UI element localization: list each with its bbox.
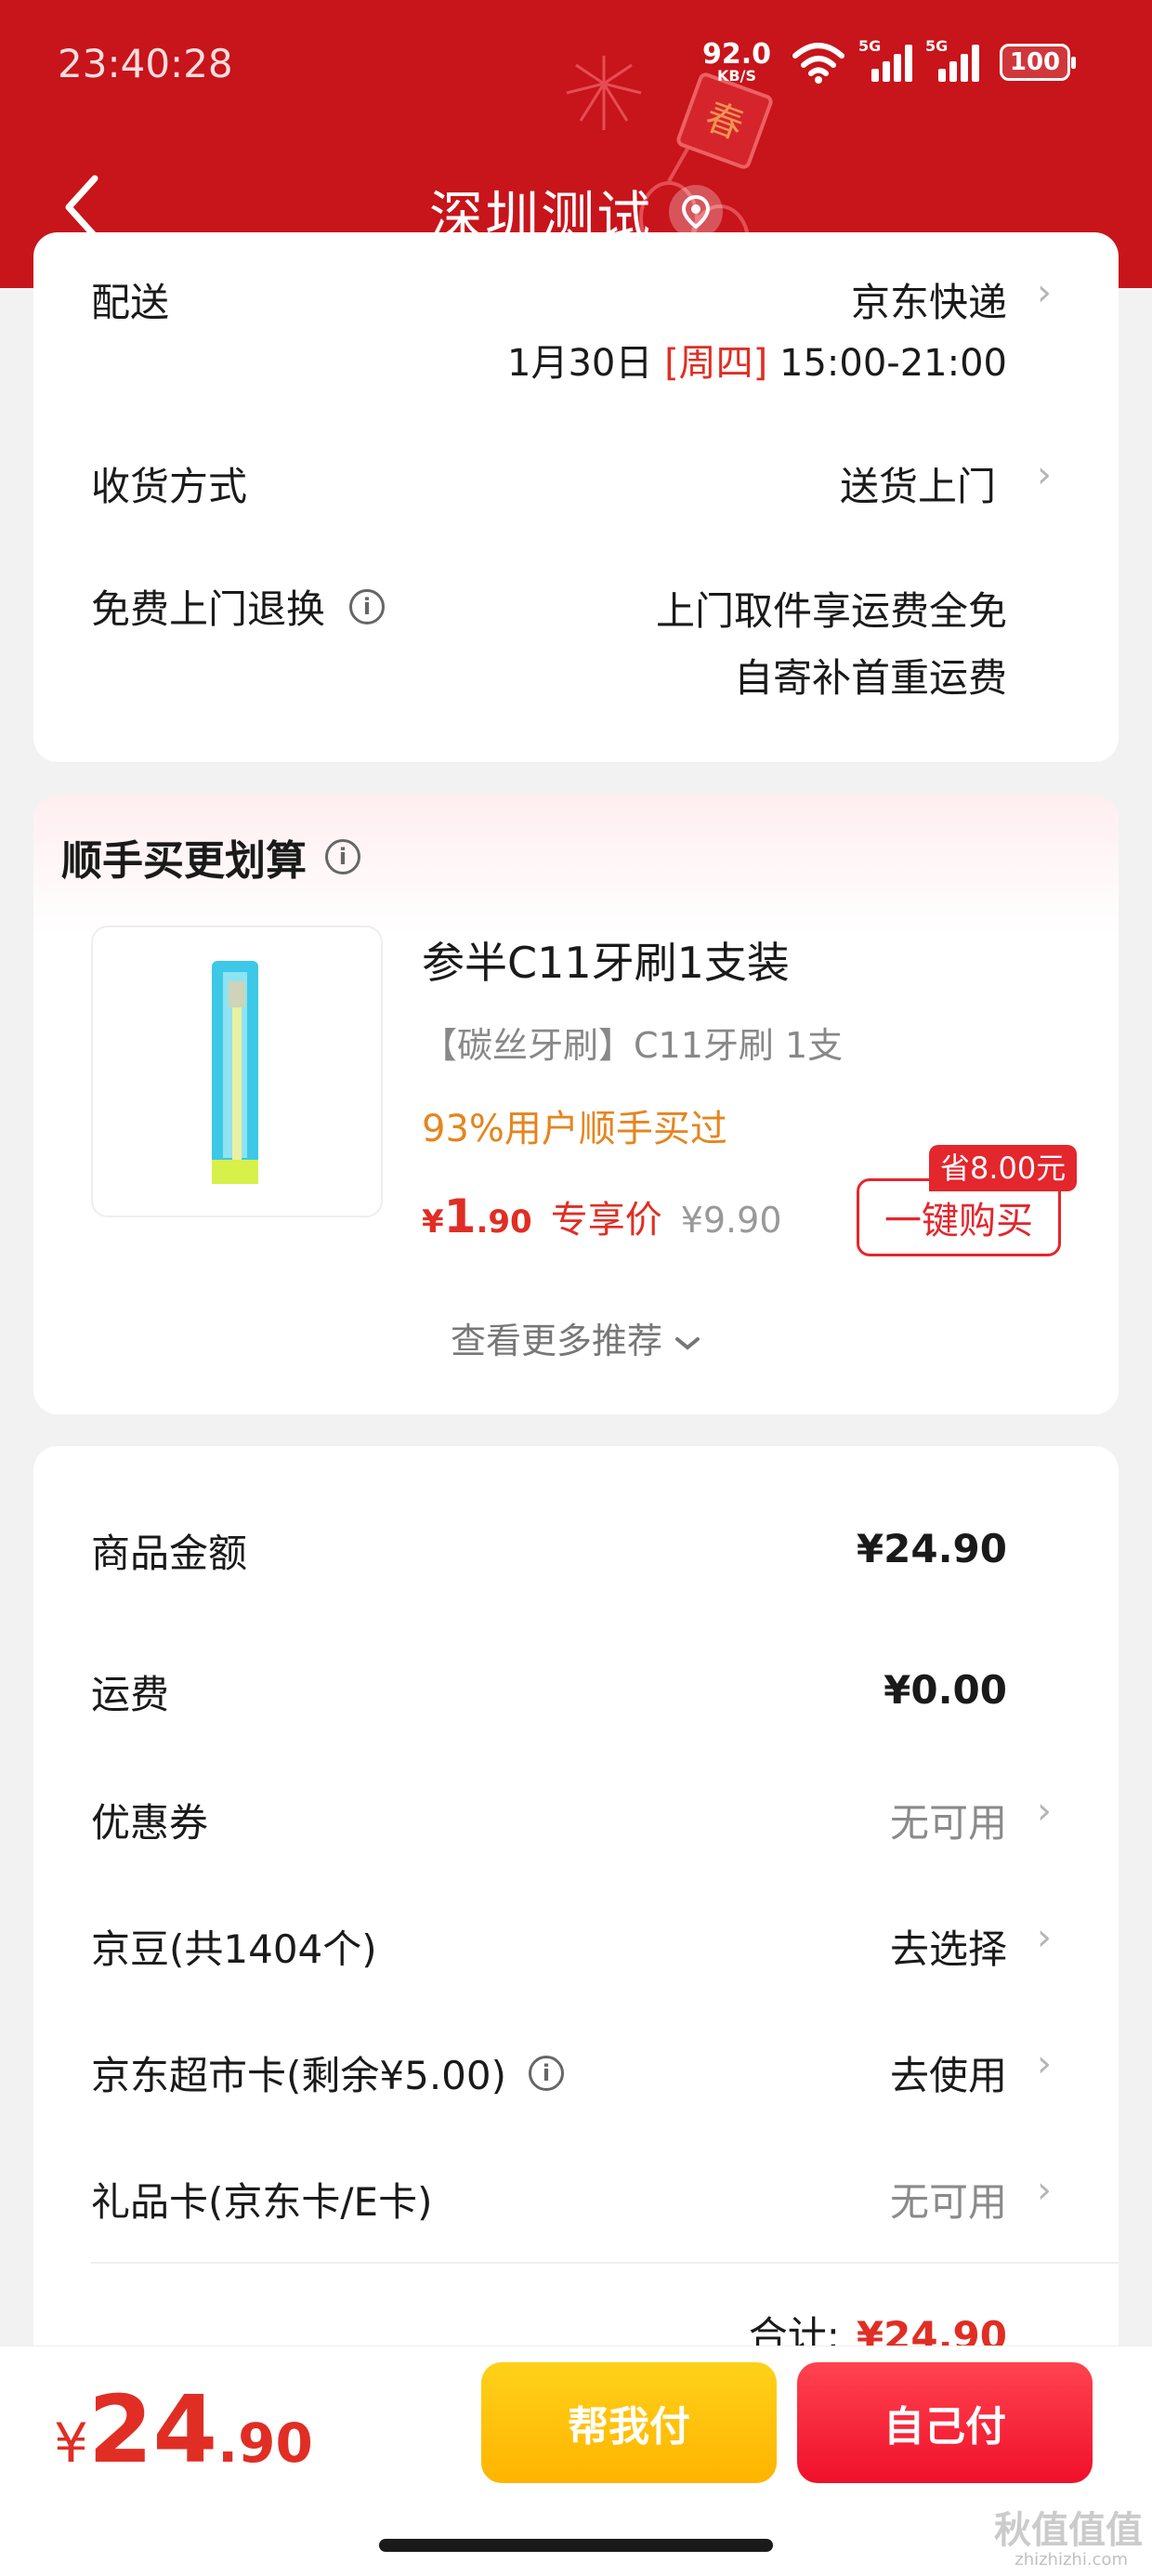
pay-total-int: 24 <box>87 2375 218 2484</box>
pay-total-symbol: ¥ <box>54 2412 88 2475</box>
free-return-line2: 自寄补首重运费 <box>733 655 1007 701</box>
chevron-right-icon[interactable]: › <box>1037 1790 1052 1833</box>
price-int: 1 <box>443 1189 477 1243</box>
supermarket-card-row: 京东超市卡(剩余¥5.00) i <box>91 2044 565 2101</box>
more-recommend-link[interactable]: 查看更多推荐 <box>33 1312 1119 1363</box>
chevron-right-icon[interactable]: › <box>1037 2043 1052 2085</box>
price-row: ¥1.90 专享价 ¥9.90 <box>422 1189 782 1243</box>
free-return-row: 免费上门退换 i <box>91 578 386 635</box>
net-speed-unit: KB/S <box>717 67 756 85</box>
info-icon[interactable]: i <box>325 839 360 874</box>
pay-total-dec: .90 <box>217 2412 313 2475</box>
coupon-label: 优惠券 <box>91 1800 209 1846</box>
help-pay-button[interactable]: 帮我付 <box>481 2362 777 2483</box>
watermark: 秋值值值 <box>994 2509 1143 2552</box>
jd-bean-label: 京豆(共1404个) <box>91 1926 377 1972</box>
toothbrush-package-icon <box>212 961 258 1184</box>
price-tag: 专享价 <box>550 1199 662 1242</box>
recommend-title-text: 顺手买更划算 <box>61 837 307 885</box>
delivery-time[interactable]: 1月30日 [周四] 15:00-21:00 <box>507 333 1007 387</box>
product-desc: 【碳丝牙刷】C11牙刷 1支 <box>422 1025 844 1066</box>
home-indicator[interactable] <box>379 2539 773 2552</box>
chevron-right-icon[interactable]: › <box>1037 2169 1052 2212</box>
order-summary-card <box>33 1446 1119 2375</box>
delivery-time-window: 15:00-21:00 <box>779 342 1007 385</box>
receive-method-label: 收货方式 <box>91 464 248 509</box>
delivery-label: 配送 <box>91 280 170 325</box>
more-recommend-text: 查看更多推荐 <box>450 1321 662 1361</box>
battery-icon: 100 <box>1000 44 1076 81</box>
signal-1-label: 5G <box>858 37 882 55</box>
supermarket-card-label: 京东超市卡(剩余¥5.00) <box>91 2053 507 2098</box>
chevron-down-icon <box>675 1336 700 1350</box>
product-thumbnail[interactable] <box>91 926 383 1217</box>
save-badge: 省8.00元 <box>929 1145 1078 1191</box>
battery-level: 100 <box>1009 48 1061 76</box>
chevron-right-icon[interactable]: › <box>1037 1916 1052 1959</box>
chevron-right-icon[interactable]: › <box>1037 271 1052 314</box>
delivery-date: 1月30日 <box>507 342 653 385</box>
shipping-fee: ¥0.00 <box>884 1667 1007 1713</box>
jd-bean-value[interactable]: 去选择 <box>890 1918 1007 1975</box>
wifi-icon <box>792 43 844 84</box>
coupon-value[interactable]: 无可用 <box>890 1792 1007 1848</box>
goods-amount: ¥24.90 <box>856 1526 1007 1571</box>
delivery-weekday: [周四] <box>664 342 768 385</box>
signal-icon-2: 5G <box>925 37 979 82</box>
original-price: ¥9.90 <box>680 1200 782 1241</box>
free-return-label: 免费上门退换 <box>91 586 326 632</box>
summary-row-label: 商品金额 <box>91 1531 248 1576</box>
status-time: 23:40:28 <box>58 41 233 86</box>
gift-card-value[interactable]: 无可用 <box>890 2171 1007 2228</box>
price-symbol: ¥ <box>422 1203 444 1241</box>
divider <box>91 2262 1119 2264</box>
signal-2-label: 5G <box>925 37 949 55</box>
free-return-value: 上门取件享运费全免 自寄补首重运费 <box>656 578 1007 712</box>
product-name[interactable]: 参半C11牙刷1支装 <box>422 929 790 991</box>
info-icon[interactable]: i <box>529 2055 565 2091</box>
price-dec: .90 <box>476 1203 532 1241</box>
self-pay-button[interactable]: 自己付 <box>797 2362 1093 2483</box>
price-value: ¥1.90 <box>422 1189 532 1243</box>
net-speed: 92.0 KB/S <box>702 41 771 84</box>
chevron-right-icon[interactable]: › <box>1037 453 1052 496</box>
product-tag: 93%用户顺手买过 <box>422 1108 727 1150</box>
free-return-line1: 上门取件享运费全免 <box>655 588 1007 634</box>
signal-icon-1: 5G <box>858 37 912 82</box>
pay-total: ¥ 24 .90 <box>54 2375 313 2484</box>
watermark-url: zhizhizhi.com <box>1015 2550 1128 2569</box>
location-pin-icon <box>669 185 723 239</box>
gift-card-label: 礼品卡(京东卡/E卡) <box>91 2179 433 2225</box>
net-speed-value: 92.0 <box>701 38 771 71</box>
summary-row-label: 运费 <box>91 1672 170 1717</box>
receive-method-value[interactable]: 送货上门 <box>840 455 996 512</box>
delivery-carrier[interactable]: 京东快递 <box>851 271 1007 328</box>
status-icons: 92.0 KB/S 5G 5G 100 <box>702 37 1076 84</box>
info-icon[interactable]: i <box>349 588 386 624</box>
recommend-title: 顺手买更划算 i <box>61 827 360 887</box>
supermarket-card-value[interactable]: 去使用 <box>890 2044 1007 2101</box>
